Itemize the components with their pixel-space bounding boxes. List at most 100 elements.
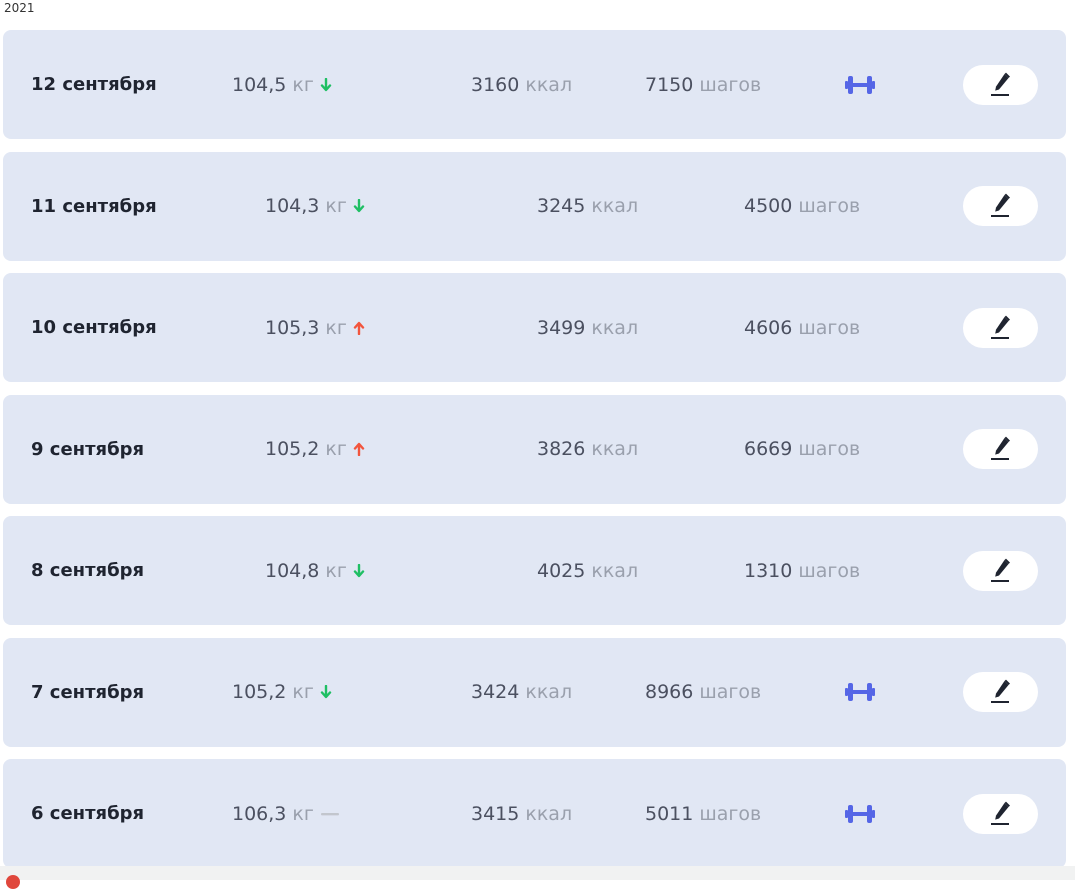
steps-unit: шагов (699, 73, 762, 96)
calories-unit: ккал (525, 73, 573, 96)
steps-value: 8966 (645, 681, 694, 703)
weight-unit: кг (292, 681, 314, 703)
edit-entry-button[interactable] (963, 793, 1038, 834)
footer-indicator (6, 875, 20, 889)
steps-value: 4500 (744, 195, 793, 217)
steps-unit: шагов (798, 559, 861, 582)
pencil-icon (990, 558, 1010, 582)
steps-value: 5011 (645, 802, 694, 825)
steps-value: 7150 (645, 73, 694, 96)
footer-strip (0, 866, 1075, 880)
calories-unit: ккал (591, 195, 639, 217)
steps-unit: шагов (699, 802, 762, 825)
edit-entry-button[interactable] (963, 429, 1038, 469)
calories-unit: ккал (591, 438, 639, 460)
calories-unit: ккал (591, 559, 639, 582)
calories-value: 4025 (537, 559, 586, 582)
calories-cell: 3245 ккал (537, 152, 638, 261)
calories-value: 3424 (471, 681, 520, 703)
year-label: 2021 (4, 1, 35, 15)
trend-down-icon (320, 685, 332, 699)
calories-cell: 3826 ккал (537, 395, 638, 504)
weight-unit: кг (325, 316, 347, 339)
weight-cell: 106,3 кг (232, 759, 340, 868)
pencil-icon (990, 801, 1010, 825)
entry-row: 11 сентября 104,3 кг 3245 ккал 4500 шаго… (3, 151, 1066, 261)
dumbbell-icon (845, 30, 875, 139)
calories-cell: 3499 ккал (537, 273, 638, 382)
entry-row: 7 сентября 105,2 кг 3424 ккал 8966 шагов (3, 637, 1066, 747)
dumbbell-icon (845, 759, 875, 868)
trend-up-icon (353, 442, 365, 456)
weight-unit: кг (292, 73, 314, 96)
pencil-icon (990, 315, 1010, 339)
trend-up-icon (353, 321, 365, 335)
trend-down-icon (320, 77, 332, 92)
trend-down-icon (353, 199, 365, 213)
weight-value: 104,8 (265, 559, 320, 582)
trend-down-icon (353, 563, 365, 578)
weight-unit: кг (292, 802, 314, 825)
steps-value: 4606 (744, 316, 793, 339)
entry-row: 6 сентября 106,3 кг 3415 ккал 5011 шагов (3, 759, 1066, 868)
entry-date: 12 сентября (31, 74, 157, 95)
entry-row: 8 сентября 104,8 кг 4025 ккал 1310 шагов (3, 516, 1066, 625)
weight-unit: кг (325, 559, 347, 582)
steps-cell: 1310 шагов (744, 516, 860, 625)
edit-entry-button[interactable] (963, 64, 1038, 105)
entry-date: 8 сентября (31, 560, 145, 581)
dumbbell-icon (845, 638, 875, 747)
weight-unit: кг (325, 438, 347, 460)
calories-value: 3160 (471, 73, 520, 96)
trend-flat-icon (320, 811, 340, 817)
entry-date: 7 сентября (31, 681, 145, 703)
calories-unit: ккал (525, 802, 573, 825)
weight-cell: 104,5 кг (232, 30, 332, 139)
steps-cell: 4606 шагов (744, 273, 860, 382)
calories-value: 3415 (471, 802, 520, 825)
steps-unit: шагов (798, 195, 861, 217)
steps-unit: шагов (798, 438, 861, 460)
calories-cell: 3415 ккал (471, 759, 572, 868)
entry-row: 10 сентября 105,3 кг 3499 ккал 4606 шаго… (3, 273, 1066, 382)
calories-value: 3826 (537, 438, 586, 460)
calories-value: 3245 (537, 195, 586, 217)
entry-row: 12 сентября 104,5 кг 3160 ккал 7150 шаго… (3, 30, 1066, 139)
pencil-icon (990, 679, 1010, 703)
weight-cell: 105,2 кг (265, 395, 365, 504)
weight-value: 105,3 (265, 316, 320, 339)
weight-value: 105,2 (265, 438, 320, 460)
edit-entry-button[interactable] (963, 307, 1038, 348)
entry-date: 11 сентября (31, 195, 157, 217)
entry-row: 9 сентября 105,2 кг 3826 ккал 6669 шагов (3, 394, 1066, 504)
calories-cell: 4025 ккал (537, 516, 638, 625)
steps-cell: 6669 шагов (744, 395, 860, 504)
pencil-icon (990, 193, 1010, 217)
steps-cell: 4500 шагов (744, 152, 860, 261)
weight-unit: кг (325, 195, 347, 217)
steps-unit: шагов (699, 681, 762, 703)
entry-date: 10 сентября (31, 317, 157, 338)
edit-entry-button[interactable] (963, 186, 1038, 226)
daily-entries-list: 12 сентября 104,5 кг 3160 ккал 7150 шаго… (3, 30, 1066, 881)
steps-cell: 5011 шагов (645, 759, 761, 868)
weight-value: 104,5 (232, 73, 287, 96)
pencil-icon (990, 72, 1010, 96)
steps-cell: 8966 шагов (645, 638, 761, 747)
steps-value: 1310 (744, 559, 793, 582)
weight-value: 105,2 (232, 681, 287, 703)
edit-entry-button[interactable] (963, 672, 1038, 712)
pencil-icon (990, 436, 1010, 460)
calories-unit: ккал (591, 316, 639, 339)
calories-value: 3499 (537, 316, 586, 339)
weight-value: 104,3 (265, 195, 320, 217)
entry-date: 9 сентября (31, 438, 145, 460)
entry-date: 6 сентября (31, 803, 145, 824)
edit-entry-button[interactable] (963, 550, 1038, 591)
weight-cell: 104,8 кг (265, 516, 365, 625)
calories-cell: 3160 ккал (471, 30, 572, 139)
weight-cell: 104,3 кг (265, 152, 365, 261)
weight-value: 106,3 (232, 802, 287, 825)
weight-cell: 105,3 кг (265, 273, 365, 382)
weight-cell: 105,2 кг (232, 638, 332, 747)
